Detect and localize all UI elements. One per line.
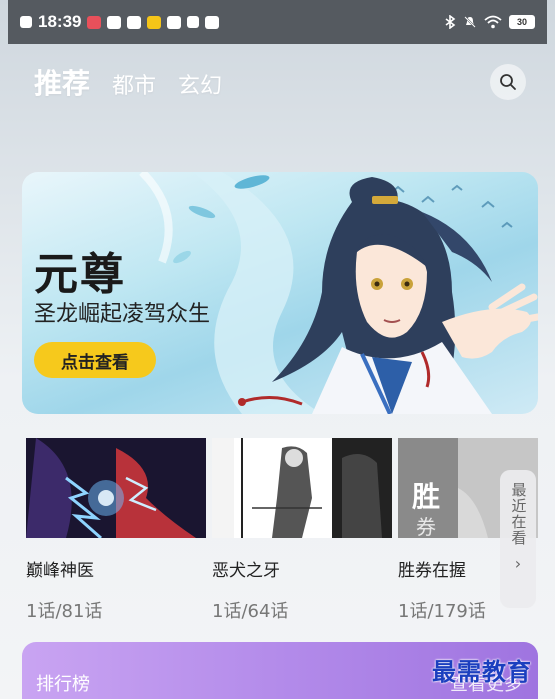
comic-cover xyxy=(212,438,392,538)
svg-text:券: 券 xyxy=(416,515,436,538)
comic-title: 恶犬之牙 xyxy=(212,561,280,581)
bell-icon xyxy=(187,16,200,28)
chevron-right-icon: › xyxy=(514,554,522,573)
banner-subtitle: 圣龙崛起凌驾众生 xyxy=(34,302,211,327)
recently-viewed-label: 最近在看 xyxy=(509,482,528,546)
cover-art xyxy=(26,438,206,538)
svg-text:胜: 胜 xyxy=(412,480,440,513)
battery-level: 30 xyxy=(516,17,527,27)
recently-viewed-tab[interactable]: 最近在看 › xyxy=(500,470,536,608)
mail-icon xyxy=(167,15,182,29)
status-time: 18:39 xyxy=(38,12,82,31)
app-notification-icon xyxy=(87,15,102,29)
tab-recommend[interactable]: 推荐 xyxy=(34,62,90,102)
status-bar: 18:39 30 xyxy=(8,0,547,44)
comic-title: 巅峰神医 xyxy=(26,561,94,581)
banner-title: 元尊 xyxy=(34,249,126,300)
mute-icon xyxy=(464,16,476,28)
comic-card[interactable]: 巅峰神医 1话/81话 xyxy=(26,438,206,623)
featured-banner[interactable]: 元尊 圣龙崛起凌驾众生 点击查看 xyxy=(22,172,538,414)
keyboard-icon xyxy=(205,15,220,29)
comic-episodes: 1话/81话 xyxy=(26,601,103,622)
search-icon xyxy=(500,74,516,90)
watermark-logo: 最需教育 xyxy=(432,657,532,686)
wifi-icon xyxy=(484,15,502,29)
app-notification-icon xyxy=(147,15,162,29)
comic-cover xyxy=(26,438,206,538)
app-notification-icon xyxy=(127,15,142,29)
category-tabs: 推荐 都市 玄幻 xyxy=(34,62,222,102)
comic-episodes: 1话/64话 xyxy=(212,601,289,622)
tab-fantasy[interactable]: 玄幻 xyxy=(178,68,222,100)
ranking-title: 排行榜 xyxy=(36,674,90,695)
cover-art xyxy=(212,438,392,538)
status-right: 30 xyxy=(444,15,535,29)
search-button[interactable] xyxy=(490,64,526,100)
book-icon xyxy=(107,15,122,29)
bluetooth-icon xyxy=(445,15,456,29)
tab-urban[interactable]: 都市 xyxy=(112,68,156,100)
view-button[interactable]: 点击查看 xyxy=(34,342,156,378)
battery-icon: 30 xyxy=(509,15,535,29)
comic-card[interactable]: 恶犬之牙 1话/64话 xyxy=(212,438,392,623)
notification-icon xyxy=(20,16,32,28)
